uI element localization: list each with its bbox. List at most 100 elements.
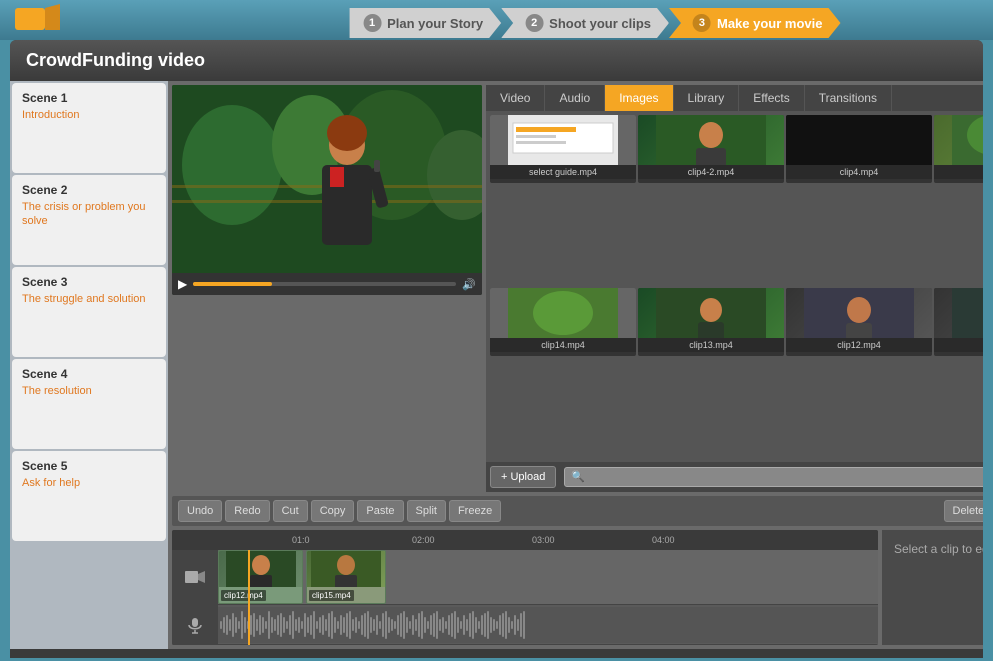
- media-item-2[interactable]: clip4.mp4: [786, 115, 932, 183]
- step-plan-story[interactable]: 1 Plan your Story: [349, 8, 501, 38]
- media-item-5[interactable]: clip13.mp4: [638, 288, 784, 356]
- marker-03: 03:00: [532, 535, 555, 545]
- top-bar: 1 Plan your Story 2 Shoot your clips 3 M…: [0, 0, 993, 40]
- media-label-7: clip11.mp4: [934, 338, 983, 352]
- timeline-tracks: clip12.mp4: [172, 550, 878, 645]
- media-thumb-7: [934, 288, 983, 338]
- scene4-label: Scene 4: [22, 367, 156, 381]
- audio-track: [172, 605, 878, 645]
- sidebar: Scene 1 Introduction Scene 2 The crisis …: [10, 81, 168, 649]
- marker-02: 02:00: [412, 535, 435, 545]
- media-label-0: select guide.mp4: [490, 165, 636, 179]
- content-area: Scene 1 Introduction Scene 2 The crisis …: [10, 81, 983, 649]
- redo-button[interactable]: Redo: [225, 500, 269, 522]
- step-make-movie[interactable]: 3 Make your movie: [669, 8, 841, 38]
- sidebar-item-scene2[interactable]: Scene 2 The crisis or problem you solve: [12, 175, 166, 265]
- sidebar-item-scene3[interactable]: Scene 3 The struggle and solution: [12, 267, 166, 357]
- video-controls: ▶ 🔊: [172, 273, 482, 295]
- volume-icon[interactable]: 🔊: [462, 278, 476, 291]
- step2-label: Shoot your clips: [549, 16, 651, 31]
- media-label-6: clip12.mp4: [786, 338, 932, 352]
- main-container: CrowdFunding video Scene 1 Introduction …: [10, 40, 983, 658]
- media-label-5: clip13.mp4: [638, 338, 784, 352]
- video-track-icon: [172, 550, 218, 605]
- toolbar: Undo Redo Cut Copy Paste Split Freeze De…: [172, 496, 983, 526]
- scene5-desc: Ask for help: [22, 476, 156, 490]
- media-thumb-5: [638, 288, 784, 338]
- upload-button[interactable]: + Upload: [490, 466, 556, 488]
- video-track: clip12.mp4: [172, 550, 878, 605]
- title-bar: CrowdFunding video: [10, 40, 983, 81]
- progress-bar[interactable]: [193, 282, 456, 286]
- video-preview-img: [172, 85, 482, 273]
- clip0-label: clip12.mp4: [221, 590, 266, 601]
- tab-audio[interactable]: Audio: [545, 85, 605, 111]
- media-thumb-6: [786, 288, 932, 338]
- media-tabs: Video Audio Images Library Effects Trans…: [486, 85, 983, 111]
- timeline-ruler: 01:0 02:00 03:00 04:00: [172, 530, 878, 550]
- scene3-desc: The struggle and solution: [22, 292, 156, 306]
- delete-button[interactable]: Delete: [944, 500, 984, 522]
- tab-transitions[interactable]: Transitions: [805, 85, 892, 111]
- timeline-container: 01:0 02:00 03:00 04:00: [172, 530, 878, 645]
- scene1-label: Scene 1: [22, 91, 156, 105]
- clip1-label: clip15.mp4: [309, 590, 354, 601]
- scene2-label: Scene 2: [22, 183, 156, 197]
- video-preview: ▶ 🔊: [172, 85, 482, 295]
- tab-video[interactable]: Video: [486, 85, 545, 111]
- media-item-6[interactable]: clip12.mp4: [786, 288, 932, 356]
- sidebar-item-scene5[interactable]: Scene 5 Ask for help: [12, 451, 166, 541]
- audio-track-icon: [172, 605, 218, 645]
- editor-area: ▶ 🔊 Video Audio Images Library: [168, 81, 983, 649]
- sidebar-item-scene4[interactable]: Scene 4 The resolution: [12, 359, 166, 449]
- media-item-1[interactable]: clip4-2.mp4: [638, 115, 784, 183]
- media-item-0[interactable]: select guide.mp4: [490, 115, 636, 183]
- media-thumb-2: [786, 115, 932, 165]
- waveform: [218, 607, 878, 643]
- tab-effects[interactable]: Effects: [739, 85, 804, 111]
- tab-library[interactable]: Library: [674, 85, 740, 111]
- sidebar-item-scene1[interactable]: Scene 1 Introduction: [12, 83, 166, 173]
- scene3-label: Scene 3: [22, 275, 156, 289]
- scene2-desc: The crisis or problem you solve: [22, 200, 156, 229]
- step1-label: Plan your Story: [387, 16, 483, 31]
- wizard-steps: 1 Plan your Story 2 Shoot your clips 3 M…: [349, 8, 840, 38]
- clip-1[interactable]: clip15.mp4: [306, 550, 386, 604]
- media-thumb-3: [934, 115, 983, 165]
- video-track-content[interactable]: clip12.mp4: [218, 550, 878, 604]
- copy-button[interactable]: Copy: [311, 500, 355, 522]
- media-panel-row: select guide.mp4 cl: [486, 111, 983, 462]
- search-input[interactable]: [564, 467, 983, 487]
- freeze-button[interactable]: Freeze: [449, 500, 501, 522]
- cut-button[interactable]: Cut: [273, 500, 308, 522]
- media-item-4[interactable]: clip14.mp4: [490, 288, 636, 356]
- scene1-desc: Introduction: [22, 108, 156, 122]
- media-label-1: clip4-2.mp4: [638, 165, 784, 179]
- scene4-desc: The resolution: [22, 384, 156, 398]
- step2-num: 2: [525, 14, 543, 32]
- tab-images[interactable]: Images: [605, 85, 673, 111]
- media-panel: Video Audio Images Library Effects Trans…: [486, 85, 983, 492]
- editor-top: ▶ 🔊 Video Audio Images Library: [172, 85, 983, 492]
- media-item-7[interactable]: clip11.mp4: [934, 288, 983, 356]
- timeline-area: 01:0 02:00 03:00 04:00: [172, 530, 878, 645]
- logo: [10, 0, 70, 40]
- media-label-3: clip15.mp4: [934, 165, 983, 179]
- marker-01: 01:0: [292, 535, 310, 545]
- media-item-3[interactable]: clip15.mp4: [934, 115, 983, 183]
- properties-label: Select a clip to edit properties: [894, 542, 983, 556]
- play-button[interactable]: ▶: [178, 277, 187, 291]
- clip-0[interactable]: clip12.mp4: [218, 550, 303, 604]
- media-bottom: + Upload: [486, 462, 983, 492]
- step-shoot-clips[interactable]: 2 Shoot your clips: [501, 8, 669, 38]
- step1-num: 1: [363, 14, 381, 32]
- step3-num: 3: [693, 14, 711, 32]
- marker-04: 04:00: [652, 535, 675, 545]
- step3-label: Make your movie: [717, 16, 823, 31]
- properties-panel: Select a clip to edit properties: [882, 530, 983, 645]
- paste-button[interactable]: Paste: [357, 500, 403, 522]
- progress-fill: [193, 282, 272, 286]
- undo-button[interactable]: Undo: [178, 500, 222, 522]
- media-thumb-0: [490, 115, 636, 165]
- split-button[interactable]: Split: [407, 500, 446, 522]
